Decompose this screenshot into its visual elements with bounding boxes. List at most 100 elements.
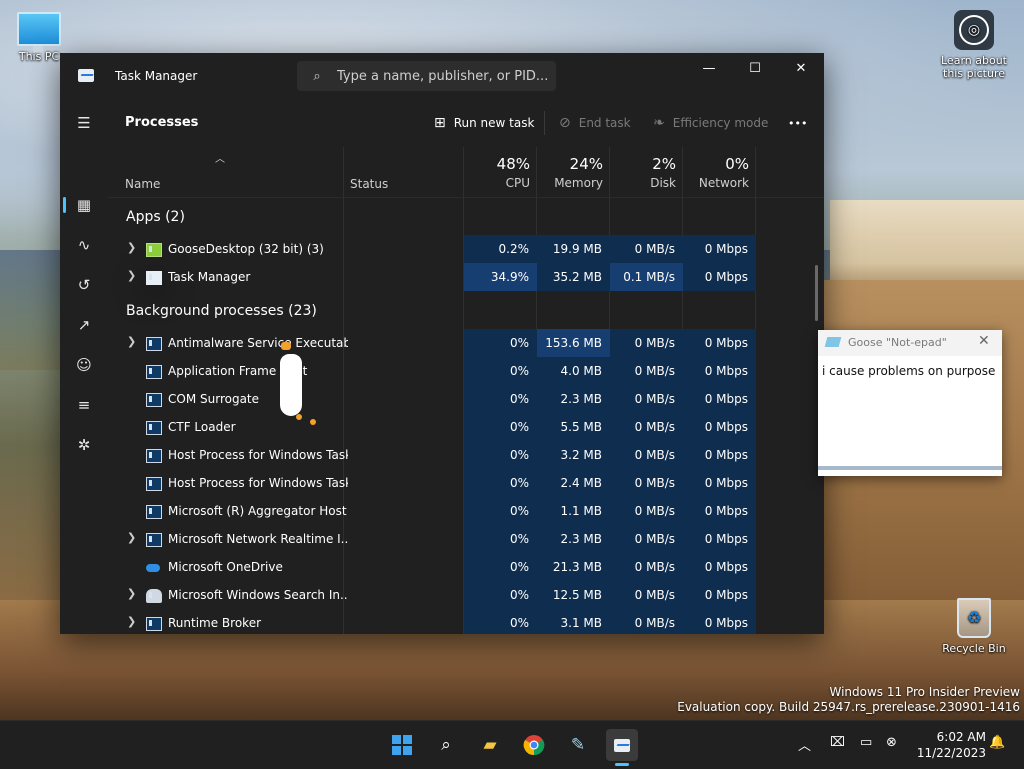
goose-sprite[interactable] [280, 354, 302, 416]
column-header-disk[interactable]: 2% Disk [604, 155, 676, 190]
more-options-button[interactable]: ••• [788, 113, 807, 133]
process-name: Microsoft Network Realtime I... [168, 532, 348, 546]
cell-net: 0 Mbps [683, 441, 756, 469]
expand-chevron-icon[interactable]: ❯ [127, 587, 136, 600]
task-manager-icon [614, 738, 630, 752]
process-name: Microsoft Windows Search In... [168, 588, 348, 602]
scrollbar-thumb[interactable] [815, 265, 818, 321]
maximize-button[interactable]: ☐ [732, 53, 778, 83]
table-row[interactable]: COM Surrogate 0% 2.3 MB 0 MB/s 0 Mbps [108, 385, 824, 413]
cell-mem: 5.5 MB [537, 413, 610, 441]
column-header-memory[interactable]: 24% Memory [531, 155, 603, 190]
desktop-icon-recycle-bin[interactable]: ♻ Recycle Bin [937, 592, 1011, 655]
memory-label: Memory [554, 176, 603, 190]
cell-disk: 0 MB/s [610, 357, 683, 385]
file-explorer-icon[interactable]: ▰ [474, 729, 506, 761]
process-icon [146, 617, 162, 631]
cell-cpu: 0% [464, 497, 537, 525]
nav-services-icon[interactable]: ✲ [64, 429, 104, 461]
cell-disk: 0 MB/s [610, 385, 683, 413]
run-new-task-button[interactable]: ⊞ Run new task [434, 113, 534, 133]
notepad-text[interactable]: i cause problems on purpose [822, 364, 995, 378]
title-bar[interactable]: Task Manager ⌕ — ☐ ✕ [60, 53, 824, 99]
expand-chevron-icon[interactable]: ❯ [127, 241, 136, 254]
process-name: Microsoft OneDrive [168, 560, 283, 574]
column-header-status[interactable]: Status [350, 177, 388, 191]
minimize-button[interactable]: — [686, 53, 732, 83]
toolbar-divider [544, 111, 545, 135]
cell-mem: 153.6 MB [537, 329, 610, 357]
button-label: Efficiency mode [672, 116, 769, 130]
desktop-icon-learn-about-picture[interactable]: ◎ Learn about this picture [937, 0, 1011, 80]
cell-mem: 4.0 MB [537, 357, 610, 385]
notification-bell-icon[interactable]: 🔔 [989, 735, 1005, 750]
expand-chevron-icon[interactable]: ❯ [127, 335, 136, 348]
cell-net: 0 Mbps [683, 385, 756, 413]
nav-startup-apps-icon[interactable]: ↗ [64, 309, 104, 341]
table-row[interactable]: CTF Loader 0% 5.5 MB 0 MB/s 0 Mbps [108, 413, 824, 441]
hamburger-menu-icon[interactable]: ☰ [64, 107, 104, 139]
display-icon[interactable]: ▭ [860, 735, 872, 750]
table-header: ︿ Name Status 48% CPU 24% Memory 2% Disk… [108, 147, 824, 198]
expand-chevron-icon[interactable]: ❯ [127, 269, 136, 282]
cell-net: 0 Mbps [683, 329, 756, 357]
nav-performance-icon[interactable]: ∿ [64, 229, 104, 261]
desktop-icon-label: Recycle Bin [942, 642, 1006, 655]
chrome-icon[interactable] [518, 729, 550, 761]
goose-foot [296, 414, 302, 420]
clock-time: 6:02 AM [936, 730, 986, 744]
goose-notepad-window[interactable]: Goose "Not-epad" ✕ i cause problems on p… [818, 330, 1002, 476]
table-row[interactable]: ❯ Antimalware Service Executable 0% 153.6 M… [108, 329, 824, 357]
volume-muted-icon[interactable]: ⊗ [886, 735, 897, 750]
notepad-scroll-track [818, 466, 1002, 470]
cell-mem: 12.5 MB [537, 581, 610, 609]
watermark-line: Windows 11 Pro Insider Preview [829, 685, 1020, 699]
table-row[interactable]: Host Process for Windows Tasks 0% 2.4 MB 0 … [108, 469, 824, 497]
cell-net: 0 Mbps [683, 497, 756, 525]
cell-disk: 0 MB/s [610, 329, 683, 357]
table-row[interactable]: Microsoft (R) Aggregator Host 0% 1.1 MB 0 M… [108, 497, 824, 525]
table-row[interactable]: ❯ Microsoft Network Realtime I... 0% 2.3 MB… [108, 525, 824, 553]
table-row[interactable]: ❯ Microsoft Windows Search In... 0% 12.5 MB… [108, 581, 824, 609]
efficiency-mode-button[interactable]: ❧ Efficiency mode [653, 113, 768, 133]
cell-mem: 1.1 MB [537, 497, 610, 525]
cell-disk: 0 MB/s [610, 553, 683, 581]
nav-users-icon[interactable]: ☺ [64, 349, 104, 381]
cell-mem: 3.2 MB [537, 441, 610, 469]
table-row[interactable]: Microsoft OneDrive 0% 21.3 MB 0 MB/s 0 Mbps [108, 553, 824, 581]
notepad-taskbar-icon[interactable]: ✎ [562, 729, 594, 761]
nav-app-history-icon[interactable]: ↺ [64, 269, 104, 301]
table-row[interactable]: Application Frame Host 0% 4.0 MB 0 MB/s 0 Mb… [108, 357, 824, 385]
table-row[interactable]: ❯ Runtime Broker 0% 3.1 MB 0 MB/s 0 Mbps [108, 609, 824, 634]
command-bar: Processes ⊞ Run new task ⊘ End task ❧ Ef… [108, 99, 824, 147]
start-button[interactable] [386, 729, 418, 761]
memory-total: 24% [569, 155, 603, 173]
end-task-button[interactable]: ⊘ End task [559, 113, 631, 133]
expand-chevron-icon[interactable]: ❯ [127, 615, 136, 628]
nav-details-icon[interactable]: ≡ [64, 389, 104, 421]
taskbar-search-icon[interactable]: ⌕ [430, 729, 462, 761]
notepad-title-bar[interactable]: Goose "Not-epad" ✕ [818, 330, 1002, 356]
show-hidden-icons-chevron-icon[interactable]: ︿ [798, 735, 811, 754]
table-row[interactable]: ❯ GooseDesktop (32 bit) (3) 0.2% 19.9 MB 0 M… [108, 235, 824, 263]
desktop-icon-label: Learn about [941, 54, 1007, 67]
goose-beak [281, 342, 291, 350]
column-header-name[interactable]: Name [125, 177, 160, 191]
system-clock[interactable]: 6:02 AM 11/22/2023 [917, 729, 986, 761]
search-box[interactable]: ⌕ [297, 61, 556, 91]
column-header-cpu[interactable]: 48% CPU [458, 155, 530, 190]
expand-chevron-icon[interactable]: ❯ [127, 531, 136, 544]
table-row[interactable]: Host Process for Windows Tasks 0% 3.2 MB 0 … [108, 441, 824, 469]
task-manager-taskbar-icon[interactable] [606, 729, 638, 761]
search-input[interactable] [337, 68, 547, 84]
process-name: CTF Loader [168, 420, 236, 434]
process-icon [146, 449, 162, 463]
close-button[interactable]: ✕ [778, 53, 824, 83]
table-row[interactable]: ❯ Task Manager 34.9% 35.2 MB 0.1 MB/s 0 Mbps [108, 263, 824, 291]
cell-disk: 0 MB/s [610, 441, 683, 469]
network-disconnected-icon[interactable]: ⌧ [830, 735, 845, 750]
column-header-network[interactable]: 0% Network [677, 155, 749, 190]
process-name: Application Frame Host [168, 364, 308, 378]
nav-processes-icon[interactable]: ▦ [64, 189, 104, 221]
notepad-close-button[interactable]: ✕ [978, 333, 990, 349]
